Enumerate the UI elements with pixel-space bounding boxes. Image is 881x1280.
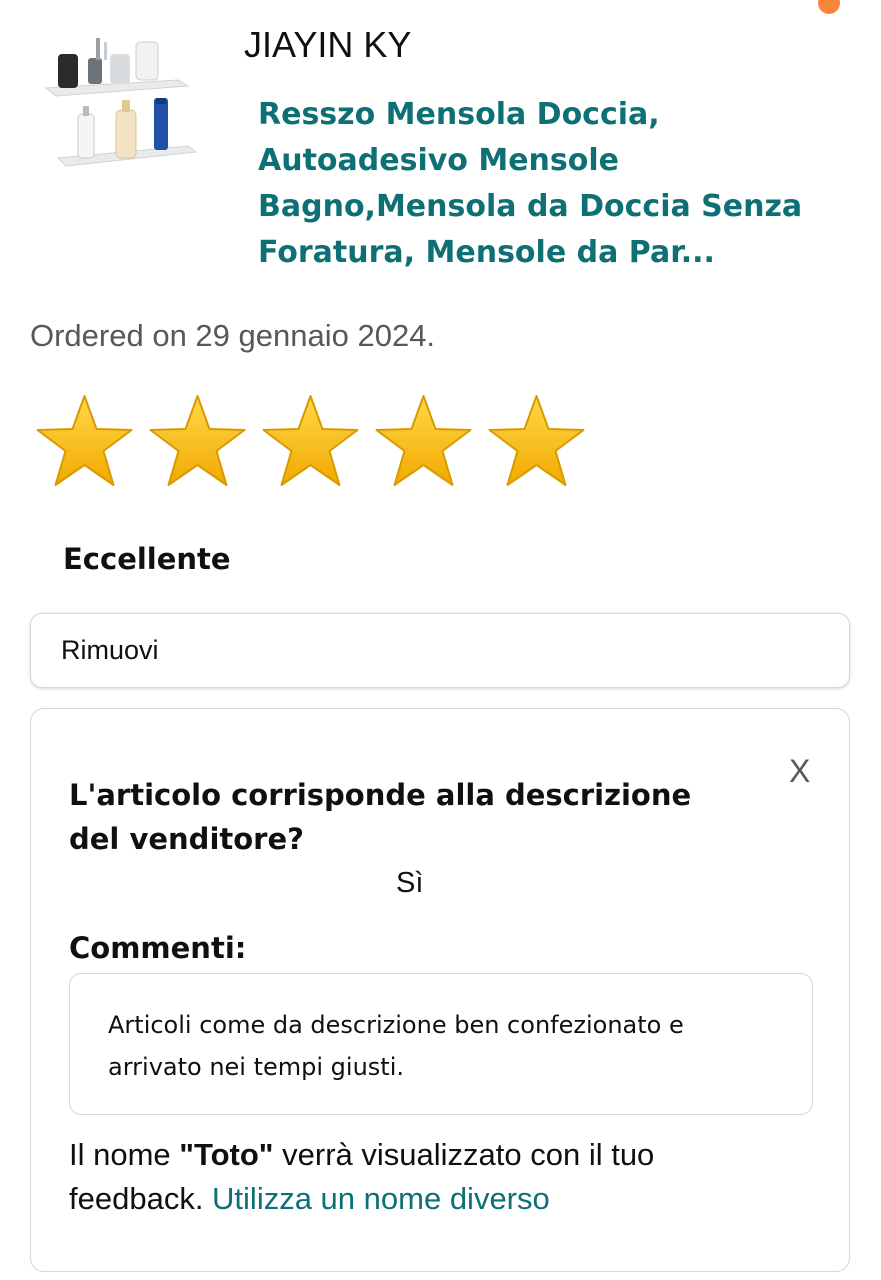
star-shape [149,395,246,486]
display-name: "Toto" [179,1137,274,1172]
feedback-answer[interactable]: Sì [396,867,423,900]
star-shape [262,395,359,486]
display-name-note: Il nome "Toto" verrà visualizzato con il… [69,1133,789,1221]
close-button[interactable]: X [789,753,810,790]
seller-name: JIAYIN KY [244,24,412,65]
star-icon[interactable] [34,392,135,490]
star-shape [488,395,585,486]
feedback-question: L'articolo corrisponde alla descrizione … [69,778,692,856]
star-icon[interactable] [486,392,587,490]
star-shape [36,395,133,486]
order-date: Ordered on 29 gennaio 2024. [30,318,436,353]
remove-button[interactable]: Rimuovi [30,613,850,688]
change-name-link[interactable]: Utilizza un nome diverso [212,1181,550,1216]
comment-field[interactable]: Articoli come da descrizione ben confezi… [69,973,813,1115]
name-note-prefix: Il nome [69,1137,180,1172]
star-icon[interactable] [260,392,361,490]
star-icon[interactable] [147,392,248,490]
rating-label: Eccellente [63,542,231,576]
star-icon[interactable] [373,392,474,490]
seller-feedback-card: X L'articolo corrisponde alla descrizion… [30,708,850,1272]
notification-dot [818,0,840,14]
star-rating[interactable] [34,392,587,490]
comments-label: Commenti: [69,931,247,965]
star-shape [375,395,472,486]
product-thumbnail[interactable] [38,28,198,178]
product-title-link[interactable]: Resszo Mensola Doccia, Autoadesivo Menso… [258,92,818,276]
